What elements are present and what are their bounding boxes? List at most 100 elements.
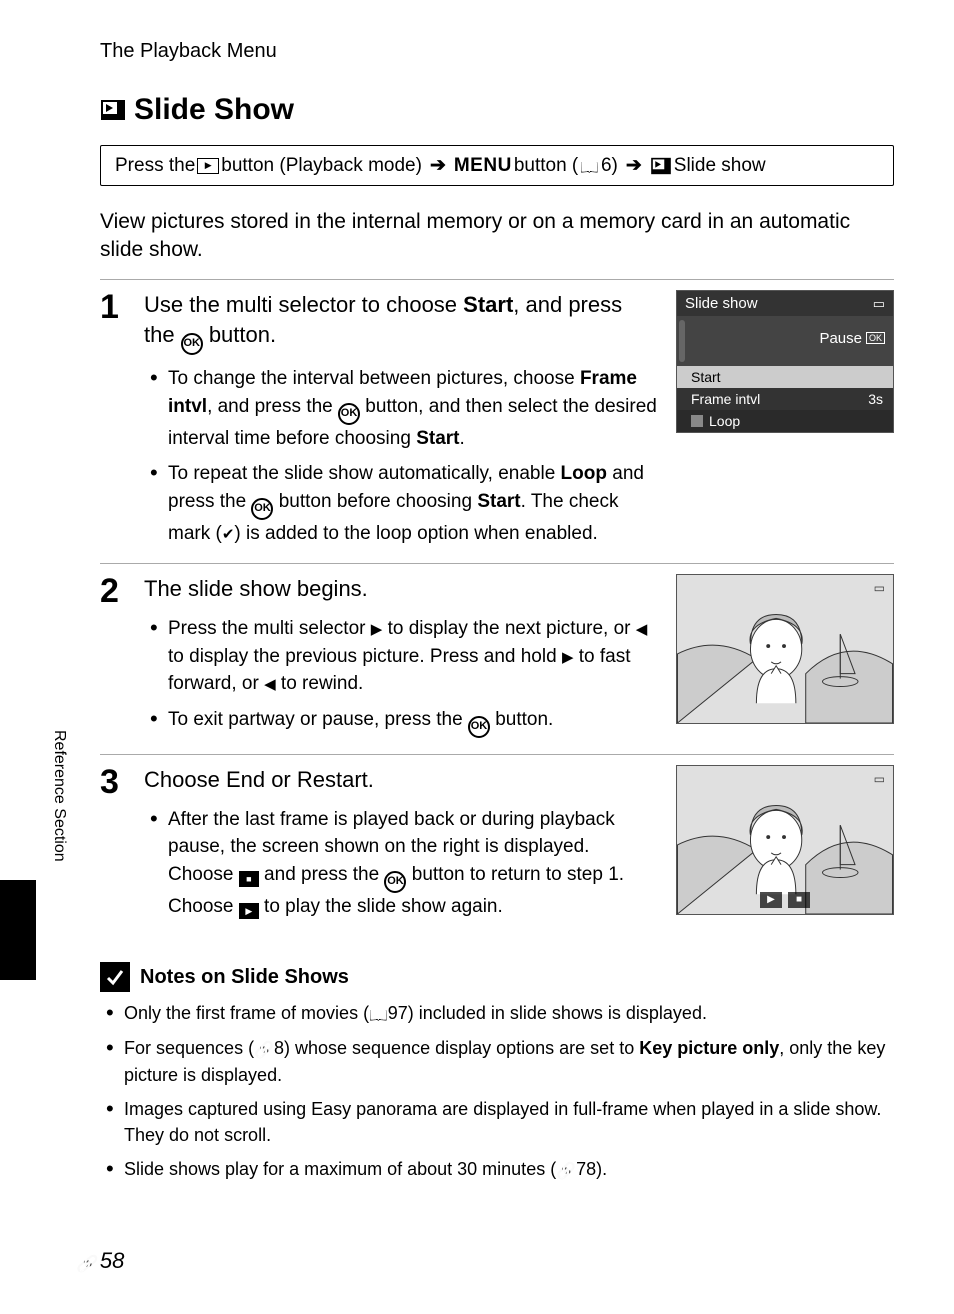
illustration-end-restart: ▭ ▶ ■ — [676, 765, 894, 915]
section-title: Slide Show — [100, 93, 894, 127]
notes-title: Notes on Slide Shows — [140, 966, 349, 989]
play-controls: ▶ ■ — [760, 892, 810, 908]
triangle-right-icon — [562, 646, 574, 667]
text: to rewind. — [276, 673, 364, 694]
stop-icon — [239, 871, 259, 887]
text-bold: Key picture only — [639, 1038, 779, 1058]
note-item: Slide shows play for a maximum of about … — [124, 1156, 894, 1183]
text: Slide shows play for a maximum of about … — [124, 1159, 556, 1179]
bullet: To exit partway or pause, press the OK b… — [168, 706, 658, 738]
running-head: The Playback Menu — [100, 40, 894, 63]
text-bold: Start — [463, 292, 513, 317]
step-number: 1 — [100, 290, 130, 556]
text: button. — [203, 322, 276, 347]
text-bold: Loop — [561, 463, 607, 484]
text: ) is added to the loop option when enabl… — [234, 523, 597, 544]
arrow-right-icon — [424, 154, 452, 177]
battery-icon — [873, 295, 885, 312]
nav-ref: 6) — [601, 155, 618, 177]
text: . — [459, 428, 464, 449]
triangle-left-icon — [264, 673, 276, 694]
nav-text: Press the — [115, 155, 195, 177]
note-item: Only the first frame of movies ( 97) incl… — [124, 1000, 894, 1027]
row-label: Start — [691, 369, 721, 385]
ref-num: 8 — [274, 1038, 284, 1058]
ok-button-icon: OK — [468, 716, 490, 738]
text: Use the multi selector to choose — [144, 292, 463, 317]
text-bold: Start — [416, 428, 459, 449]
slideshow-title-icon — [100, 99, 126, 121]
scrollbar — [679, 320, 685, 362]
nav-text: Slide show — [674, 155, 766, 177]
step-number: 3 — [100, 765, 130, 928]
stop-control-icon: ■ — [788, 892, 810, 908]
ref-num: 78 — [576, 1159, 596, 1179]
intro-paragraph: View pictures stored in the internal mem… — [100, 208, 894, 265]
triangle-left-icon — [636, 618, 648, 639]
text: For sequences ( — [124, 1038, 254, 1058]
text: To change the interval between pictures,… — [168, 368, 580, 389]
battery-icon: ▭ — [874, 772, 885, 786]
text: ) whose sequence display options are set… — [284, 1038, 639, 1058]
ok-button-icon: OK — [181, 333, 203, 355]
text: button. — [490, 709, 553, 730]
pause-label: Pause OK — [819, 330, 885, 347]
illustration-playback: ▭ — [676, 574, 894, 724]
menu-button-label: MENU — [454, 155, 512, 177]
playback-button-icon — [197, 158, 219, 174]
step-2: 2 The slide show begins. Press the multi… — [100, 563, 894, 745]
text: Press the multi selector — [168, 618, 371, 639]
arrow-right-icon — [620, 154, 648, 177]
page-number-text: 58 — [100, 1248, 124, 1274]
note-item: For sequences ( 8) whose sequence display… — [124, 1035, 894, 1088]
screen-title: Slide show — [685, 295, 758, 312]
notes-check-icon — [100, 962, 130, 992]
ok-button-icon: OK — [384, 871, 406, 893]
link-icon — [76, 1248, 96, 1274]
step-heading: The slide show begins. — [144, 574, 658, 605]
text: and press the — [259, 864, 385, 885]
side-tab-marker — [0, 880, 36, 980]
check-icon — [222, 523, 235, 544]
notes-heading: Notes on Slide Shows — [100, 962, 894, 992]
text: To exit partway or pause, press the — [168, 709, 468, 730]
text: Only the first frame of movies ( — [124, 1003, 369, 1023]
play-icon — [239, 903, 259, 919]
row-label: Loop — [691, 413, 740, 429]
bullet: After the last frame is played back or d… — [168, 806, 658, 921]
step-3: 3 Choose End or Restart. After the last … — [100, 754, 894, 928]
text: To repeat the slide show automatically, … — [168, 463, 561, 484]
step-1: 1 Use the multi selector to choose Start… — [100, 279, 894, 556]
link-icon — [254, 1038, 274, 1058]
step-number: 2 — [100, 574, 130, 745]
camera-screen-menu: Slide show Pause OK Start — [676, 290, 894, 433]
text: to play the slide show again. — [259, 896, 503, 917]
triangle-right-icon — [371, 618, 383, 639]
ok-button-icon: OK — [338, 403, 360, 425]
nav-text: button ( — [514, 155, 578, 177]
navigation-path-box: Press the button (Playback mode) MENU bu… — [100, 145, 894, 186]
text: to display the next picture, or — [382, 618, 635, 639]
text: Loop — [709, 413, 740, 429]
checkbox-icon — [691, 415, 703, 427]
menu-row-frame-intvl: Frame intvl 3s — [677, 388, 893, 410]
step-heading: Choose End or Restart. — [144, 765, 658, 796]
ref-num: 97 — [388, 1003, 408, 1023]
bullet: Press the multi selector to display the … — [168, 615, 658, 698]
text: ). — [596, 1159, 607, 1179]
battery-icon: ▭ — [874, 581, 885, 595]
book-icon — [580, 155, 599, 177]
text-bold: Start — [477, 491, 520, 512]
book-icon — [369, 1003, 388, 1023]
slideshow-icon — [650, 157, 672, 175]
ok-button-icon: OK — [251, 498, 273, 520]
text: ) included in slide shows is displayed. — [408, 1003, 707, 1023]
menu-row-loop: Loop — [677, 410, 893, 432]
row-label: Frame intvl — [691, 391, 760, 407]
bullet: To repeat the slide show automatically, … — [168, 460, 658, 547]
section-title-text: Slide Show — [134, 93, 294, 127]
text: Pause — [819, 330, 862, 347]
side-section-label: Reference Section — [50, 730, 68, 862]
play-control-icon: ▶ — [760, 892, 782, 908]
nav-text: button (Playback mode) — [221, 155, 422, 177]
